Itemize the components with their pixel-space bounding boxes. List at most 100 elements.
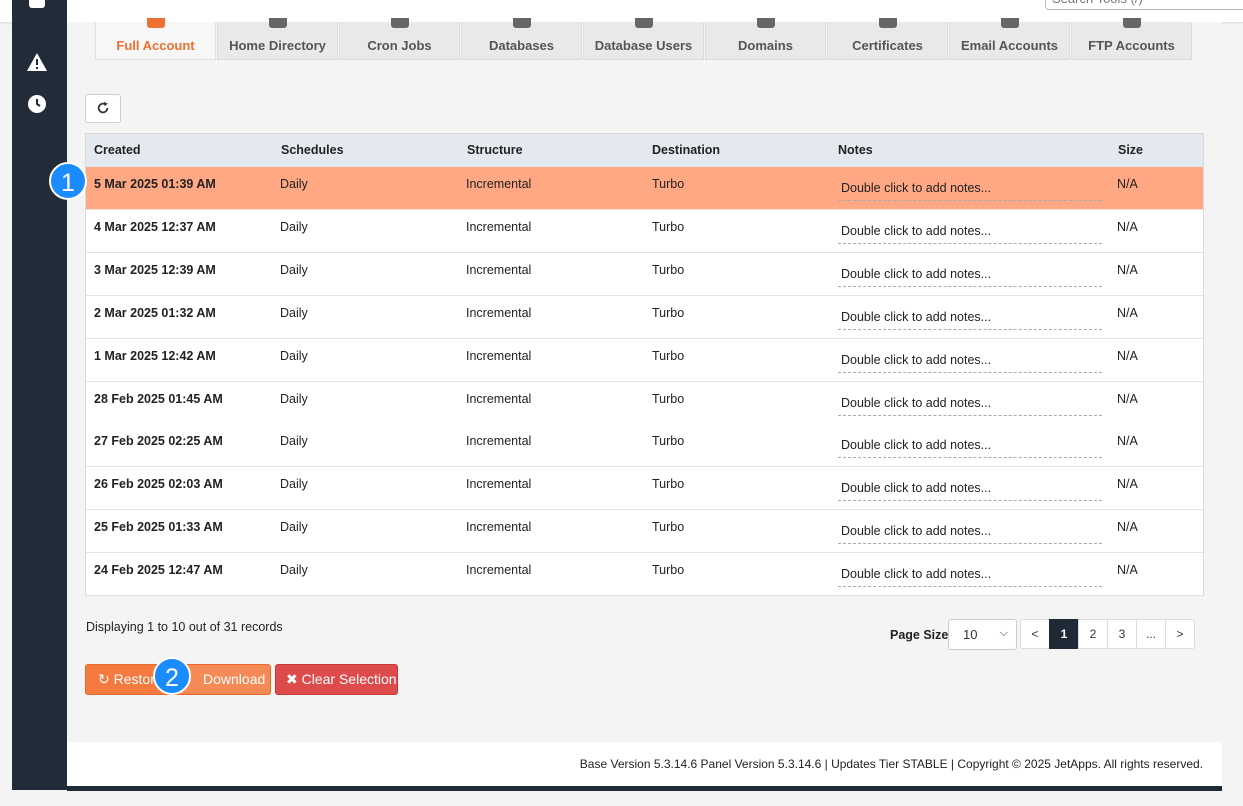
tab-email-accounts[interactable]: Email Accounts [949,18,1070,60]
file-icon [1122,18,1141,28]
structure-cell: Incremental [466,348,532,363]
structure-cell: Incremental [466,563,532,578]
structure-cell: Incremental [466,219,532,234]
notes-field[interactable]: Double click to add notes... [838,567,1102,588]
download-label: Download [203,671,266,687]
table-row[interactable]: 2 Mar 2025 01:32 AM Daily Incremental Turbo… [86,295,1203,339]
schedules-cell: Daily [280,520,308,535]
created-cell: 3 Mar 2025 12:39 AM [94,262,216,277]
top-bar: Search Tools (/) [0,0,1243,23]
notes-field[interactable]: Double click to add notes... [838,524,1102,545]
search-tools-input[interactable]: Search Tools (/) [1045,0,1243,10]
notes-field[interactable]: Double click to add notes... [838,353,1102,373]
notes-field[interactable]: Double click to add notes... [838,181,1102,201]
table-row[interactable]: 5 Mar 2025 01:39 AM Daily Incremental Turbo… [86,167,1203,210]
page-2-button[interactable]: 2 [1078,619,1108,649]
tab-cron-jobs[interactable]: Cron Jobs [339,18,460,60]
destination-cell: Turbo [652,434,685,449]
created-cell: 28 Feb 2025 01:45 AM [94,391,223,406]
tab-certificates[interactable]: Certificates [827,18,948,60]
page-prev-button[interactable]: < [1020,619,1050,649]
created-cell: 1 Mar 2025 12:42 AM [94,348,216,363]
chevron-down-icon: ⌵ [999,627,1008,639]
table-row[interactable]: 1 Mar 2025 12:42 AM Daily Incremental Turbo… [86,338,1203,382]
table-row[interactable]: 27 Feb 2025 02:25 AM Daily Incremental Turb… [86,424,1203,468]
size-cell: N/A [1117,348,1138,363]
destination-cell: Turbo [652,477,685,492]
sidebar-top-icon[interactable] [26,0,48,14]
tab-label: Databases [488,38,555,53]
structure-cell: Incremental [466,434,532,449]
notes-field[interactable]: Double click to add notes... [838,267,1102,287]
tab-label: Cron Jobs [367,38,432,53]
tab-home-directory[interactable]: Home Directory [217,18,338,60]
table-row[interactable]: 4 Mar 2025 12:37 AM Daily Incremental Turbo… [86,209,1203,253]
size-cell: N/A [1117,520,1138,535]
schedules-cell: Daily [280,434,308,449]
destination-cell: Turbo [652,219,685,234]
size-cell: N/A [1117,434,1138,449]
page-size-select[interactable]: 10 ⌵ [948,619,1017,650]
page-3-button[interactable]: 3 [1107,619,1137,649]
size-cell: N/A [1117,477,1138,492]
folder-icon [268,18,287,28]
sync-icon: ↻ [98,671,110,687]
table-row[interactable]: 26 Feb 2025 02:03 AM Daily Incremental Turb… [86,467,1203,511]
column-header-notes[interactable]: Notes [838,143,873,157]
tab-domains[interactable]: Domains [705,18,826,60]
user-clock-icon [390,18,409,28]
table-row[interactable]: 25 Feb 2025 01:33 AM Daily Incremental Turb… [86,510,1203,554]
destination-cell: Turbo [652,563,685,578]
table-row[interactable]: 24 Feb 2025 12:47 AM Daily Incremental Turb… [86,553,1203,597]
page-ellipsis: ... [1136,619,1166,649]
step-marker-2: 2 [153,657,191,695]
schedules-cell: Daily [280,348,308,363]
created-cell: 27 Feb 2025 02:25 AM [94,434,223,449]
size-cell: N/A [1117,563,1138,578]
tab-databases[interactable]: Databases [461,18,582,60]
notes-field[interactable]: Double click to add notes... [838,396,1102,416]
tab-full-account[interactable]: Full Account [95,18,216,60]
created-cell: 25 Feb 2025 01:33 AM [94,520,223,535]
created-cell: 4 Mar 2025 12:37 AM [94,219,216,234]
refresh-button[interactable] [85,94,121,123]
sidebar [12,0,67,790]
table-row[interactable]: 3 Mar 2025 12:39 AM Daily Incremental Turbo… [86,252,1203,296]
tab-label: Home Directory [229,38,326,53]
schedules-cell: Daily [280,563,308,578]
destination-cell: Turbo [652,305,685,320]
records-count: Displaying 1 to 10 out of 31 records [86,620,283,634]
column-header-created[interactable]: Created [94,143,141,157]
certificate-icon [878,18,897,28]
notes-field[interactable]: Double click to add notes... [838,310,1102,330]
page-1-button[interactable]: 1 [1049,619,1079,649]
step-marker-1: 1 [49,162,87,200]
page-size-label: Page Size [890,628,949,642]
user-tie-icon [634,18,653,28]
tab-label: Domains [738,38,793,53]
destination-cell: Turbo [652,348,685,363]
destination-cell: Turbo [652,520,685,535]
table-row[interactable]: 28 Feb 2025 01:45 AM Daily Incremental Turb… [86,381,1203,425]
size-cell: N/A [1117,305,1138,320]
clear-selection-button[interactable]: ✖ Clear Selection [275,664,398,695]
page-size-value: 10 [963,627,978,642]
schedules-cell: Daily [280,262,308,277]
warning-icon[interactable] [26,51,48,73]
clock-icon[interactable] [26,93,48,115]
size-cell: N/A [1117,177,1138,191]
created-cell: 2 Mar 2025 01:32 AM [94,305,216,320]
tab-ftp-accounts[interactable]: FTP Accounts [1071,18,1192,60]
tab-database-users[interactable]: Database Users [583,18,704,60]
schedules-cell: Daily [280,477,308,492]
structure-cell: Incremental [466,305,532,320]
notes-field[interactable]: Double click to add notes... [838,438,1102,459]
notes-field[interactable]: Double click to add notes... [838,481,1102,502]
column-header-size[interactable]: Size [1118,143,1143,157]
column-header-structure[interactable]: Structure [467,143,523,157]
created-cell: 26 Feb 2025 02:03 AM [94,477,223,492]
notes-field[interactable]: Double click to add notes... [838,224,1102,244]
column-header-schedules[interactable]: Schedules [281,143,344,157]
page-next-button[interactable]: > [1165,619,1195,649]
column-header-destination[interactable]: Destination [652,143,720,157]
